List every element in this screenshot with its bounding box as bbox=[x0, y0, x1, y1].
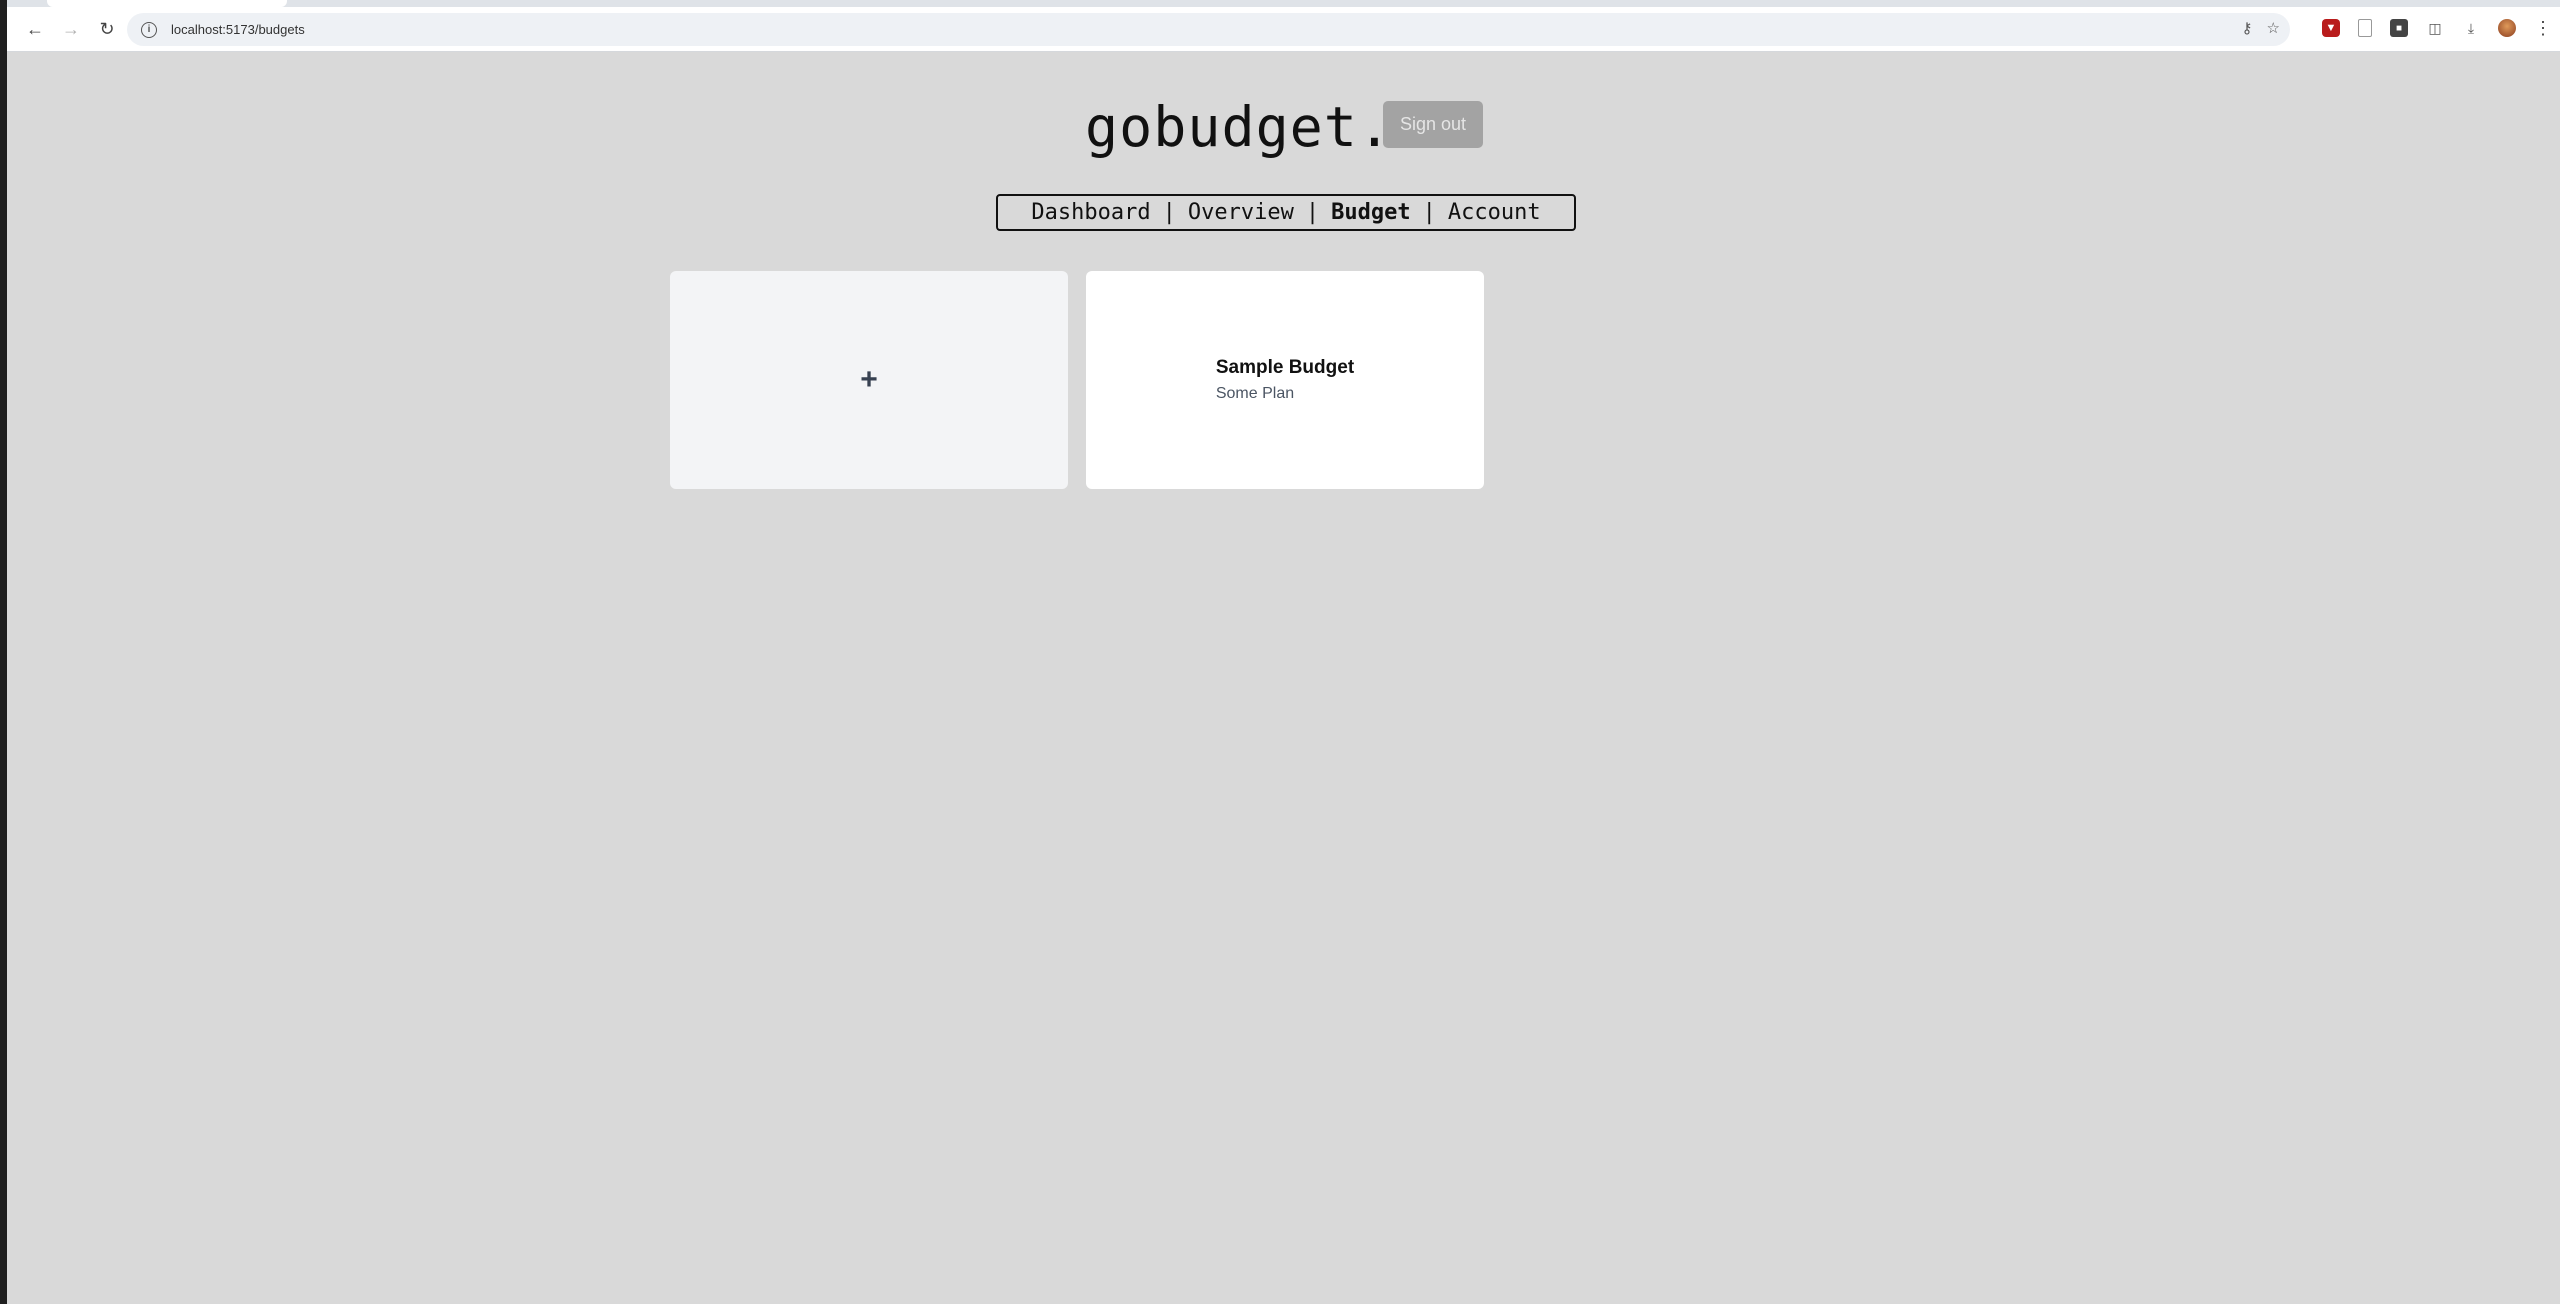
nav-separator: | bbox=[1305, 200, 1320, 225]
app-header: gobudget. Sign out bbox=[0, 92, 2560, 162]
extensions-puzzle-icon[interactable]: ◫ bbox=[2426, 19, 2444, 37]
profile-avatar-icon[interactable] bbox=[2498, 19, 2516, 37]
reload-icon[interactable]: ↻ bbox=[93, 15, 121, 43]
browser-toolbar: ← → ↻ i localhost:5173/budgets ⚷ ☆ ▼ ■ ◫… bbox=[7, 7, 2560, 52]
url-text[interactable]: localhost:5173/budgets bbox=[171, 22, 305, 37]
forward-icon[interactable]: → bbox=[57, 15, 85, 43]
plus-icon: + bbox=[860, 363, 878, 396]
address-bar[interactable]: i localhost:5173/budgets ⚷ ☆ bbox=[127, 13, 2290, 46]
brave-shield-icon[interactable]: ▼ bbox=[2322, 19, 2340, 37]
budget-card[interactable]: Sample Budget Some Plan bbox=[1086, 271, 1484, 489]
nav-overview[interactable]: Overview bbox=[1176, 200, 1306, 225]
back-icon[interactable]: ← bbox=[21, 15, 49, 43]
download-icon[interactable]: ⤓ bbox=[2462, 19, 2480, 37]
nav-budget[interactable]: Budget bbox=[1319, 200, 1422, 225]
add-budget-card[interactable]: + bbox=[670, 271, 1068, 489]
main-nav: Dashboard | Overview | Budget | Account bbox=[996, 194, 1576, 231]
app-logo: gobudget. bbox=[1085, 95, 1393, 159]
tab-strip bbox=[7, 0, 2560, 7]
nav-dashboard[interactable]: Dashboard bbox=[1019, 200, 1162, 225]
nav-separator: | bbox=[1162, 200, 1176, 225]
active-tab[interactable] bbox=[47, 0, 287, 7]
nav-account[interactable]: Account bbox=[1436, 200, 1553, 225]
document-extension-icon[interactable] bbox=[2358, 19, 2372, 37]
sign-out-button[interactable]: Sign out bbox=[1383, 101, 1483, 148]
budget-title: Sample Budget bbox=[1215, 357, 1355, 378]
site-info-icon[interactable]: i bbox=[141, 21, 157, 38]
window-edge bbox=[0, 0, 7, 1304]
budget-subtitle: Some Plan bbox=[1215, 385, 1295, 402]
store-extension-icon[interactable]: ■ bbox=[2390, 19, 2408, 37]
bookmark-star-icon[interactable]: ☆ bbox=[2267, 19, 2280, 37]
more-menu-icon[interactable]: ⋮ bbox=[2534, 18, 2552, 38]
nav-separator: | bbox=[1422, 200, 1436, 225]
password-key-icon[interactable]: ⚷ bbox=[2242, 19, 2253, 37]
